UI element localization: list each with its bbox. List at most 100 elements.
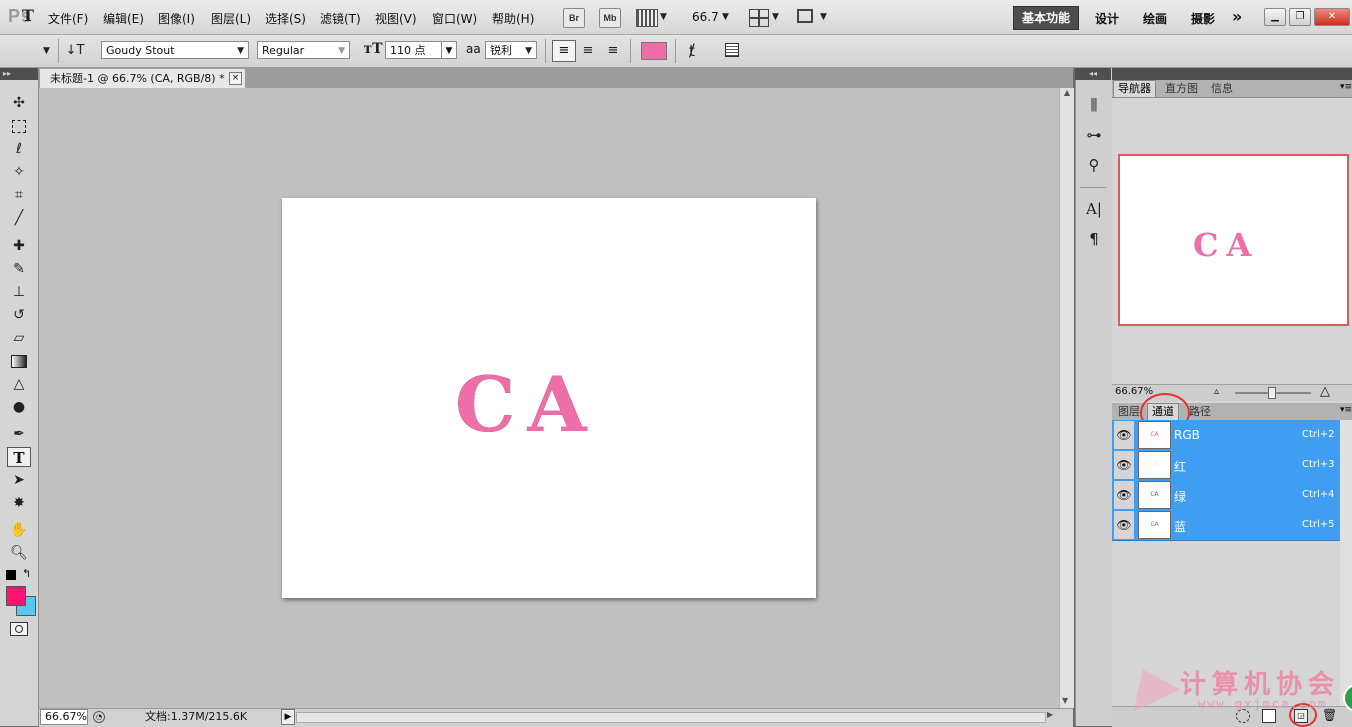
scroll-up-icon[interactable]: ▲ bbox=[1060, 88, 1074, 97]
arrange-documents-icon[interactable] bbox=[749, 9, 769, 27]
close-tab-icon[interactable]: × bbox=[229, 72, 242, 85]
zoom-out-icon[interactable]: ▵ bbox=[1214, 386, 1219, 397]
restore-button[interactable]: ❐ bbox=[1289, 8, 1311, 26]
foreground-color-swatch[interactable] bbox=[6, 586, 26, 606]
align-right-button[interactable]: ≡ bbox=[603, 41, 623, 61]
scroll-right-icon[interactable]: ▶ bbox=[1047, 710, 1053, 719]
load-selection-icon[interactable] bbox=[1236, 709, 1250, 723]
chevron-down-icon[interactable]: ▼ bbox=[722, 12, 729, 22]
history-brush-tool-icon[interactable]: ↺ bbox=[7, 305, 31, 325]
quick-select-tool-icon[interactable]: ✧ bbox=[7, 162, 31, 182]
text-color-swatch[interactable] bbox=[641, 42, 667, 60]
bridge-button[interactable]: Br bbox=[563, 8, 585, 28]
eye-icon[interactable]: 👁︎ bbox=[1114, 421, 1134, 449]
paragraph-panel-icon[interactable]: ¶ bbox=[1084, 229, 1104, 249]
shape-tool-icon[interactable]: ✸ bbox=[7, 493, 31, 513]
hand-tool-icon[interactable]: ✋ bbox=[7, 520, 31, 540]
lasso-tool-icon[interactable]: ℓ bbox=[7, 139, 31, 159]
stamp-tool-icon[interactable]: ⊥ bbox=[7, 282, 31, 302]
masks-icon[interactable]: ⊶ bbox=[1084, 125, 1104, 145]
vertical-scrollbar[interactable]: ▲ bbox=[1059, 88, 1074, 708]
zoom-tool-icon[interactable]: 🔍︎ bbox=[7, 543, 31, 563]
screen-mode-icon[interactable] bbox=[797, 9, 813, 23]
tools-panel-header[interactable]: ▸▸ bbox=[0, 68, 38, 80]
zoom-in-icon[interactable]: △ bbox=[1320, 384, 1330, 399]
workspace-essentials[interactable]: 基本功能 bbox=[1013, 6, 1079, 30]
styles-icon[interactable]: ⚲ bbox=[1084, 155, 1104, 175]
marquee-tool-icon[interactable] bbox=[7, 116, 31, 136]
zoom-slider-thumb[interactable] bbox=[1268, 387, 1276, 399]
close-window-button[interactable]: ✕ bbox=[1314, 8, 1350, 26]
align-left-button[interactable]: ≡ bbox=[552, 40, 576, 62]
zoom-level-display[interactable]: 66.7 bbox=[692, 10, 719, 24]
chevron-down-icon[interactable]: ▼ bbox=[772, 12, 779, 22]
scroll-down-icon[interactable]: ▼ bbox=[1062, 696, 1068, 705]
blur-tool-icon[interactable]: △ bbox=[7, 374, 31, 394]
navigator-zoom-value[interactable]: 66.67% bbox=[1115, 386, 1153, 397]
status-menu-arrow-icon[interactable]: ▶ bbox=[281, 709, 295, 725]
tab-info[interactable]: 信息 bbox=[1207, 81, 1237, 97]
minimize-button[interactable]: ▁ bbox=[1264, 8, 1286, 26]
text-orientation-icon[interactable]: ↓T bbox=[65, 41, 85, 61]
save-selection-icon[interactable] bbox=[1262, 709, 1276, 723]
mini-bridge-button[interactable]: Mb bbox=[599, 8, 621, 28]
quick-mask-icon[interactable] bbox=[10, 622, 28, 636]
menu-window[interactable]: 窗口(W) bbox=[432, 10, 477, 27]
menu-filter[interactable]: 滤镜(T) bbox=[320, 10, 361, 27]
more-workspaces-icon[interactable]: » bbox=[1232, 7, 1242, 26]
eraser-tool-icon[interactable]: ▱ bbox=[7, 328, 31, 348]
horizontal-scrollbar[interactable] bbox=[296, 712, 1046, 723]
eye-icon[interactable]: 👁︎ bbox=[1114, 481, 1134, 509]
path-select-tool-icon[interactable]: ➤ bbox=[7, 470, 31, 490]
font-size-field[interactable]: 110 点 ▼ bbox=[385, 41, 457, 59]
brush-tool-icon[interactable]: ✎ bbox=[7, 259, 31, 279]
view-extras-icon[interactable] bbox=[636, 9, 658, 27]
antialias-value: 锐利 bbox=[490, 44, 512, 57]
eyedropper-tool-icon[interactable]: ╱ bbox=[7, 208, 31, 228]
adjustments-icon[interactable]: ⫼ bbox=[1084, 95, 1104, 115]
type-tool-icon[interactable]: T bbox=[7, 447, 31, 467]
status-info-icon[interactable]: ◔ bbox=[93, 711, 105, 723]
align-center-button[interactable]: ≡ bbox=[578, 41, 598, 61]
eye-icon[interactable]: 👁︎ bbox=[1114, 451, 1134, 479]
collapse-panels-icon[interactable]: ◂◂ bbox=[1075, 68, 1111, 80]
font-family-select[interactable]: Goudy Stout ▼ bbox=[101, 41, 249, 59]
eye-icon[interactable]: 👁︎ bbox=[1114, 511, 1134, 539]
menu-help[interactable]: 帮助(H) bbox=[492, 10, 534, 27]
channels-scrollbar[interactable] bbox=[1340, 420, 1352, 706]
default-colors-icon[interactable] bbox=[6, 570, 16, 580]
menu-view[interactable]: 视图(V) bbox=[375, 10, 417, 27]
chevron-down-icon[interactable]: ▼ bbox=[43, 46, 50, 56]
right-panel-header bbox=[1112, 68, 1352, 80]
document-tab[interactable]: 未标题-1 @ 66.7% (CA, RGB/8) * bbox=[40, 69, 245, 88]
canvas-text-selection[interactable]: CA bbox=[455, 360, 598, 449]
panel-menu-icon[interactable]: ▾≡ bbox=[1340, 82, 1352, 92]
character-panel-icon[interactable] bbox=[725, 43, 739, 57]
workspace-design[interactable]: 设计 bbox=[1095, 10, 1119, 27]
healing-tool-icon[interactable]: ✚ bbox=[7, 236, 31, 256]
swap-colors-icon[interactable]: ↰ bbox=[22, 567, 31, 580]
menu-image[interactable]: 图像(I) bbox=[158, 10, 195, 27]
move-tool-icon[interactable]: ✣ bbox=[7, 93, 31, 113]
gradient-tool-icon[interactable] bbox=[7, 351, 31, 371]
menu-layer[interactable]: 图层(L) bbox=[211, 10, 251, 27]
dodge-tool-icon[interactable]: ● bbox=[7, 397, 31, 417]
antialias-select[interactable]: 锐利 ▼ bbox=[485, 41, 537, 59]
panel-menu-icon[interactable]: ▾≡ bbox=[1340, 405, 1352, 415]
tool-preset-icon[interactable]: T bbox=[18, 6, 38, 26]
menu-file[interactable]: 文件(F) bbox=[48, 10, 88, 27]
status-zoom-field[interactable]: 66.67% bbox=[40, 709, 88, 725]
crop-tool-icon[interactable]: ⌗ bbox=[7, 185, 31, 205]
workspace-photography[interactable]: 摄影 bbox=[1191, 10, 1215, 27]
workspace-painting[interactable]: 绘画 bbox=[1143, 10, 1167, 27]
character-panel-icon[interactable]: A| bbox=[1084, 199, 1104, 219]
warp-text-icon[interactable]: ⱦ bbox=[682, 41, 702, 61]
tab-navigator[interactable]: 导航器 bbox=[1113, 80, 1156, 97]
tab-histogram[interactable]: 直方图 bbox=[1161, 81, 1202, 97]
pen-tool-icon[interactable]: ✒ bbox=[7, 424, 31, 444]
menu-edit[interactable]: 编辑(E) bbox=[103, 10, 144, 27]
font-style-select[interactable]: Regular ▼ bbox=[257, 41, 350, 59]
chevron-down-icon[interactable]: ▼ bbox=[660, 12, 667, 22]
chevron-down-icon[interactable]: ▼ bbox=[820, 12, 827, 22]
menu-select[interactable]: 选择(S) bbox=[265, 10, 306, 27]
